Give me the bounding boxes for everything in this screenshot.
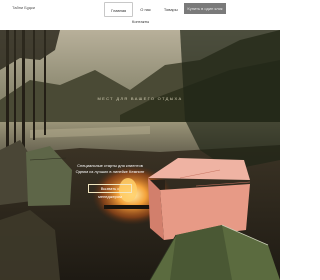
site-header: Тайни Будки Главная О нас Товары Контакт…	[0, 0, 280, 30]
nav-link-products[interactable]: Товары	[158, 2, 184, 17]
hero-background-image	[0, 30, 280, 280]
nav-link-about[interactable]: О нас	[134, 2, 157, 17]
hero-tagline: МЕСТ ДЛЯ ВАШЕГО ОТДЫХА	[97, 96, 183, 101]
buy-one-click-button[interactable]: Купить в один клик	[184, 3, 226, 14]
hero-banner: МЕСТ ДЛЯ ВАШЕГО ОТДЫХА Специальные старт…	[0, 30, 280, 280]
hero-text-block: Специальные старты для клиентов Одним из…	[65, 163, 155, 175]
nav-link-home[interactable]: Главная	[104, 2, 134, 17]
contact-manager-button[interactable]: Вызвать с менеджером	[88, 184, 132, 199]
nav-link-contacts[interactable]: Контакты	[132, 19, 149, 24]
hero-line: Одним из лучших в линейке Кемпинг	[75, 169, 145, 174]
site-logo[interactable]: Тайни Будки	[12, 5, 35, 10]
product-cabin-box	[148, 158, 251, 240]
